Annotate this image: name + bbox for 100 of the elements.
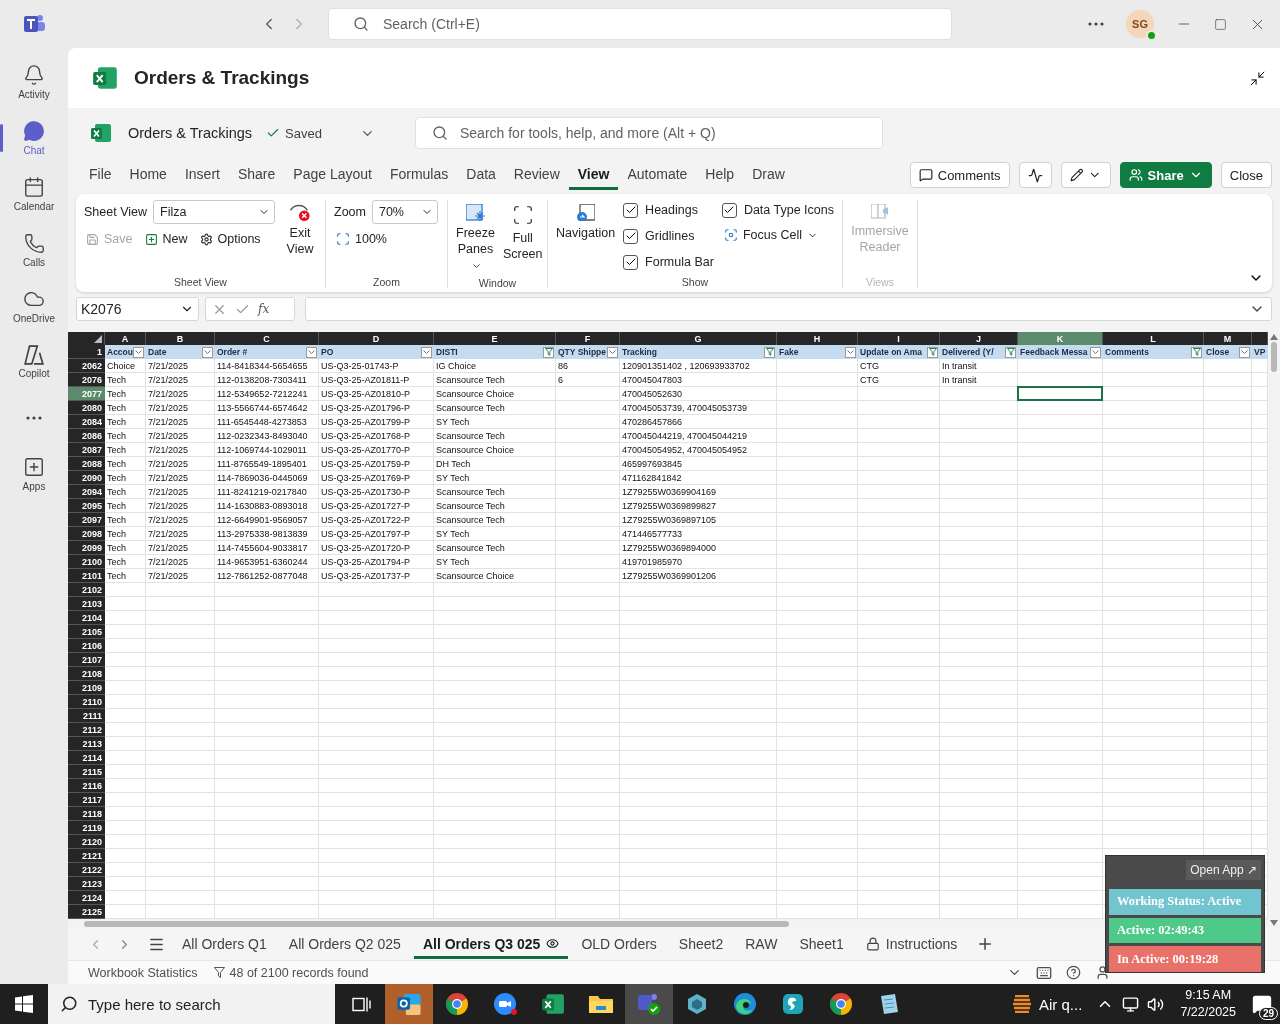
avatar[interactable]: SG (1126, 10, 1154, 38)
menu-tab[interactable]: Help (696, 160, 744, 190)
filter-button[interactable] (1005, 346, 1016, 358)
menu-tab[interactable]: Page Layout (284, 160, 381, 190)
name-box[interactable]: K2076 (76, 297, 199, 321)
sheet-tab[interactable]: OLD Orders (572, 929, 666, 959)
scroll-thumb[interactable] (1271, 342, 1277, 372)
checkbox[interactable] (623, 254, 639, 270)
row-number[interactable]: 2125 (68, 905, 105, 919)
activity-button[interactable] (1018, 162, 1052, 188)
checkbox[interactable] (623, 228, 639, 244)
sheet-tab[interactable]: RAW (736, 929, 787, 959)
row-number[interactable]: 2108 (68, 667, 105, 681)
menu-tab[interactable]: Data (457, 160, 505, 190)
taskbar-search[interactable]: Type here to search (48, 984, 335, 1024)
person-icon[interactable] (1095, 964, 1110, 980)
weather-icon[interactable] (1013, 995, 1032, 1013)
workbook-statistics[interactable]: Workbook Statistics (88, 965, 198, 980)
filter-button[interactable] (543, 346, 554, 358)
menu-tab[interactable]: Home (120, 160, 176, 190)
menu-tab[interactable]: Draw (743, 160, 794, 190)
menu-tab[interactable]: Formulas (380, 160, 458, 190)
row-number[interactable]: 2100 (68, 555, 105, 569)
options-button[interactable]: Options (197, 230, 263, 248)
open-app-button[interactable]: Open App ↗ (1186, 860, 1261, 880)
comments-button[interactable]: Comments (909, 162, 1010, 188)
row-number[interactable]: 1 (68, 345, 105, 359)
row-number[interactable]: 2103 (68, 597, 105, 611)
row-number[interactable]: 2101 (68, 569, 105, 583)
row-number[interactable]: 2124 (68, 891, 105, 905)
zoom-100-button[interactable]: 100% (334, 230, 438, 248)
rail-item[interactable]: Apps (0, 446, 68, 502)
scroll-down-icon[interactable] (1270, 920, 1278, 926)
row-number[interactable]: 2122 (68, 863, 105, 877)
maximize-icon[interactable] (1214, 17, 1227, 31)
sheet-tab[interactable]: All Orders Q1 (173, 929, 276, 959)
sheet-tab[interactable]: Instructions (856, 929, 967, 959)
row-number[interactable]: 2113 (68, 737, 105, 751)
row-number[interactable]: 2062 (68, 359, 105, 373)
selected-cell[interactable] (1017, 386, 1103, 401)
filter-button[interactable] (764, 346, 775, 358)
help-icon[interactable] (1066, 964, 1081, 980)
sheet-tab[interactable]: Sheet2 (669, 929, 733, 959)
rail-item[interactable]: Copilot (0, 334, 68, 390)
zoom-dropdown[interactable]: 70% (371, 200, 438, 224)
row-number[interactable]: 2095 (68, 499, 105, 513)
menu-tab[interactable]: File (80, 160, 121, 190)
row-number[interactable]: 2102 (68, 583, 105, 597)
row-number[interactable]: 2120 (68, 835, 105, 849)
filter-button[interactable] (306, 346, 317, 358)
more-icon[interactable] (1088, 22, 1104, 26)
close-button[interactable]: Close (1220, 162, 1272, 188)
row-number[interactable]: 2088 (68, 457, 105, 471)
checkbox[interactable] (721, 202, 737, 218)
collapse-icon[interactable] (1249, 69, 1266, 87)
sheet-tab[interactable]: All Orders Q2 025 (279, 929, 410, 959)
row-number[interactable]: 2098 (68, 527, 105, 541)
insert-function-button[interactable]: fx (258, 302, 270, 316)
row-number[interactable]: 2109 (68, 681, 105, 695)
full-screen-button[interactable]: Full Screen (502, 200, 543, 266)
scroll-up-icon[interactable] (1270, 334, 1278, 340)
scroll-thumb[interactable] (84, 920, 789, 927)
sheet-view-dropdown[interactable]: Filza (153, 200, 275, 224)
column-letter[interactable]: K (1018, 332, 1103, 345)
checkbox[interactable] (623, 202, 639, 218)
row-number[interactable]: 2099 (68, 541, 105, 555)
pen-button[interactable] (1060, 162, 1111, 188)
row-number[interactable]: 2115 (68, 765, 105, 779)
sheet-tab[interactable]: Sheet1 (790, 929, 853, 959)
row-number[interactable]: 2117 (68, 793, 105, 807)
row-number[interactable]: 2114 (68, 751, 105, 765)
row-number[interactable]: 2084 (68, 415, 105, 429)
network-icon[interactable] (1122, 995, 1140, 1013)
filter-button[interactable] (845, 346, 856, 358)
row-number[interactable]: 2090 (68, 471, 105, 485)
rail-item[interactable]: Activity (0, 54, 68, 110)
row-number[interactable]: 2086 (68, 429, 105, 443)
row-number[interactable]: 2119 (68, 821, 105, 835)
row-number[interactable]: 2123 (68, 877, 105, 891)
rail-item[interactable]: Calendar (0, 166, 68, 222)
row-number[interactable]: 2080 (68, 401, 105, 415)
filter-button[interactable] (202, 346, 213, 358)
row-number[interactable]: 2106 (68, 639, 105, 653)
clock[interactable]: 9:15 AM 7/22/2025 (1172, 987, 1244, 1021)
filter-button[interactable] (421, 346, 432, 358)
row-number[interactable]: 2077 (68, 387, 105, 401)
filter-button[interactable] (1090, 346, 1101, 358)
row-number[interactable]: 2116 (68, 779, 105, 793)
filter-button[interactable] (1239, 346, 1250, 358)
menu-tab[interactable]: Automate (618, 160, 697, 190)
menu-tab[interactable]: Review (504, 160, 569, 190)
row-number[interactable]: 2112 (68, 723, 105, 737)
row-number[interactable]: 2121 (68, 849, 105, 863)
filter-button[interactable] (1191, 346, 1202, 358)
search-field[interactable]: Search for tools, help, and more (Alt + Q) (414, 117, 883, 149)
row-number[interactable]: 2076 (68, 373, 105, 387)
menu-tab[interactable]: Insert (175, 160, 229, 190)
filter-button[interactable] (133, 346, 144, 358)
exit-view-button[interactable]: Exit View (283, 200, 317, 261)
new-button[interactable]: New (142, 230, 190, 248)
